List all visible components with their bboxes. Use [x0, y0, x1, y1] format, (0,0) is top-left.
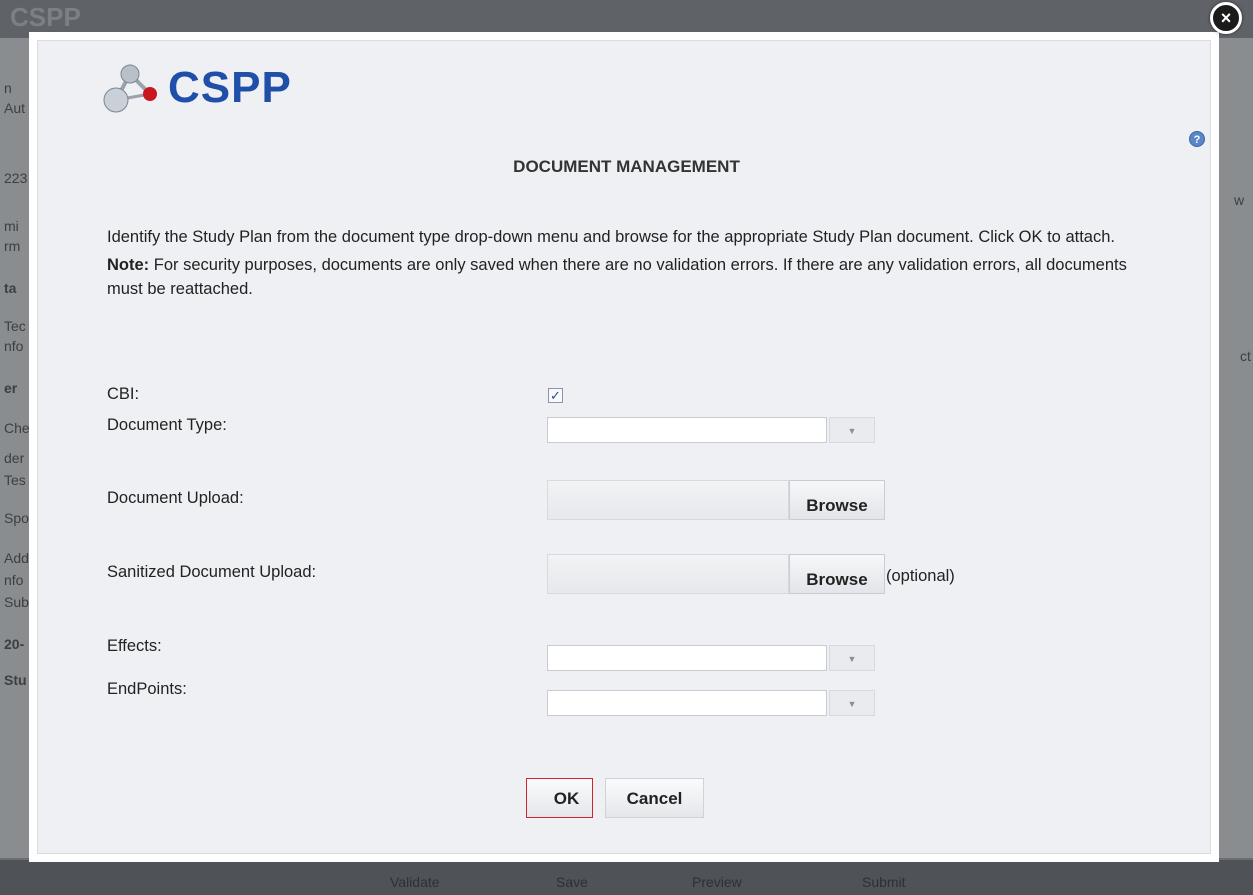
background-fragment: Sub [4, 594, 29, 610]
chevron-down-icon[interactable]: ▼ [829, 690, 875, 716]
cbi-label: CBI: [107, 385, 140, 403]
background-fragment: Stu [4, 672, 27, 688]
optional-label: (optional) [886, 567, 955, 585]
logo-text: CSPP [168, 63, 292, 112]
background-fragment: Validate [390, 874, 440, 890]
background-fragment: Add [4, 550, 29, 566]
endpoints-label: EndPoints: [107, 680, 187, 698]
background-fragment: ta [4, 280, 17, 296]
chevron-down-icon[interactable]: ▼ [829, 417, 875, 443]
effects-dropdown[interactable]: ▼ [547, 645, 875, 671]
close-icon[interactable]: × [1210, 2, 1242, 34]
background-fragment: mi [4, 218, 19, 234]
document-upload-control[interactable]: Browse [547, 480, 885, 520]
background-footer [0, 860, 1253, 895]
help-icon[interactable]: ? [1189, 131, 1205, 147]
sanitized-upload-field[interactable] [547, 554, 789, 594]
background-fragment: der [4, 450, 25, 466]
sanitized-browse-button[interactable]: Browse [789, 554, 885, 594]
background-fragment: Save [556, 874, 588, 890]
background-fragment: n [4, 80, 12, 96]
background-logo: CSPP [10, 2, 81, 32]
document-upload-field[interactable] [547, 480, 789, 520]
document-upload-label: Document Upload: [107, 489, 244, 507]
endpoints-dropdown[interactable]: ▼ [547, 690, 875, 716]
cbi-checkbox[interactable]: ✓ [548, 388, 563, 403]
background-fragment: Aut [4, 100, 26, 116]
effects-label: Effects: [107, 637, 162, 655]
document-browse-button[interactable]: Browse [789, 480, 885, 520]
document-type-label: Document Type: [107, 416, 227, 434]
ok-button[interactable]: OK [526, 778, 593, 818]
background-fragment: rm [4, 238, 21, 254]
background-fragment: Che [4, 420, 30, 436]
note-text: For security purposes, documents are onl… [107, 256, 1127, 298]
cancel-button[interactable]: Cancel [605, 778, 704, 818]
background-fragment: 20- [4, 636, 25, 652]
note-label: Note: [107, 256, 150, 274]
background-fragment: er [4, 380, 18, 396]
effects-input[interactable] [547, 645, 827, 671]
chevron-down-icon[interactable]: ▼ [829, 645, 875, 671]
background-fragment: nfo [4, 572, 24, 588]
document-type-input[interactable] [547, 417, 827, 443]
instructions-text: Identify the Study Plan from the documen… [107, 228, 1115, 246]
background-fragment: Submit [862, 874, 906, 890]
sanitized-upload-label: Sanitized Document Upload: [107, 563, 317, 581]
background-fragment: Preview [692, 874, 742, 890]
endpoints-input[interactable] [547, 690, 827, 716]
background-fragment: Spo [4, 510, 29, 526]
sanitized-upload-control[interactable]: Browse [547, 554, 885, 594]
molecule-icon [103, 64, 157, 113]
security-note: Note: For security purposes, documents a… [107, 253, 1137, 301]
background-fragment: nfo [4, 338, 24, 354]
cspp-logo: CSPP [100, 58, 292, 118]
background-fragment: Tec [4, 318, 26, 334]
instructions-block: Identify the Study Plan from the documen… [107, 225, 1137, 301]
background-fragment: Tes [4, 472, 26, 488]
background-fragment: w [1234, 192, 1245, 208]
dialog-title: DOCUMENT MANAGEMENT [513, 157, 740, 176]
document-type-dropdown[interactable]: ▼ [547, 417, 875, 443]
background-fragment: ct [1240, 348, 1251, 364]
